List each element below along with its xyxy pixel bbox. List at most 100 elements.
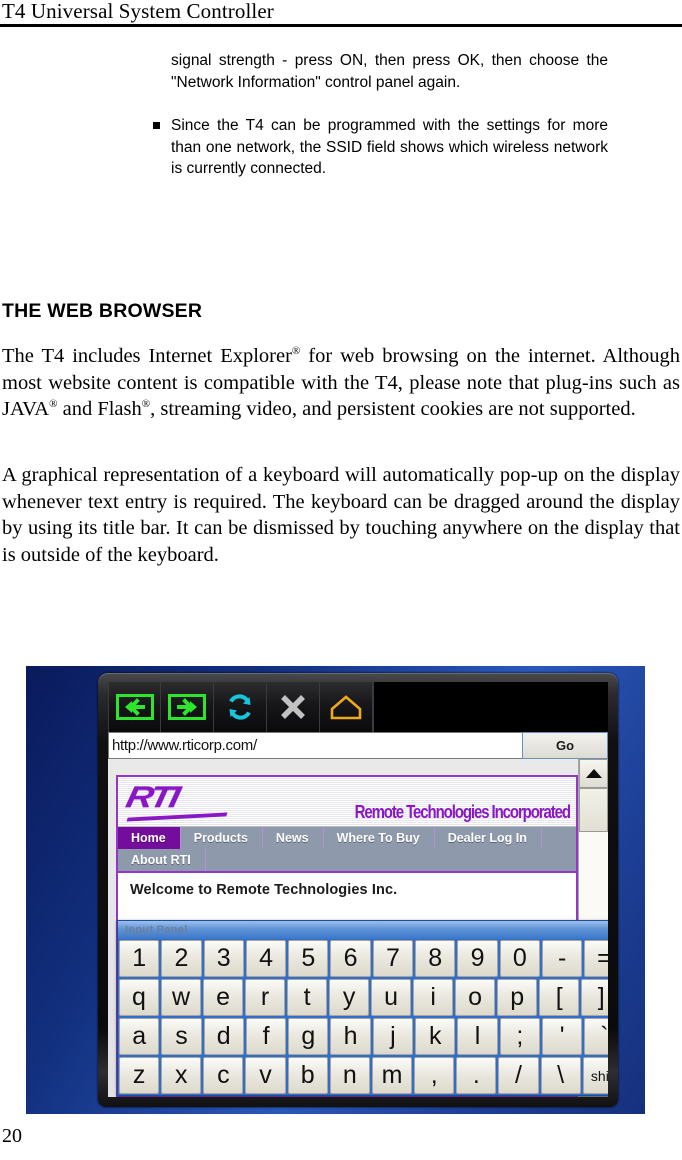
- site-tagline: Remote Technologies Incorporated: [354, 801, 572, 823]
- note-item-ssid: Since the T4 can be programmed with the …: [143, 115, 608, 180]
- registered-mark-flash: ®: [141, 398, 151, 411]
- nav-item-about-rti[interactable]: About RTI: [118, 849, 206, 871]
- key-backtick[interactable]: `: [584, 1018, 608, 1055]
- key-comma[interactable]: ,: [414, 1057, 455, 1094]
- paragraph-1-part-d: , streaming video, and persistent cookie…: [150, 398, 636, 420]
- key-equals[interactable]: =: [584, 940, 608, 977]
- scroll-up-button[interactable]: [579, 759, 608, 788]
- key-x[interactable]: x: [161, 1057, 202, 1094]
- key-y[interactable]: y: [329, 979, 370, 1016]
- site-header: RTI Remote Technologies Incorporated: [118, 777, 576, 827]
- key-s[interactable]: s: [161, 1018, 202, 1055]
- refresh-button[interactable]: [214, 682, 267, 732]
- key-t[interactable]: t: [287, 979, 328, 1016]
- key-e[interactable]: e: [203, 979, 244, 1016]
- key-c[interactable]: c: [203, 1057, 244, 1094]
- key-v[interactable]: v: [245, 1057, 286, 1094]
- body-paragraph-2: A graphical representation of a keyboard…: [2, 462, 680, 568]
- nav-row-primary: Home Products News Where To Buy Dealer L…: [118, 827, 576, 849]
- key-semicolon[interactable]: ;: [499, 1018, 540, 1055]
- key-o[interactable]: o: [455, 979, 496, 1016]
- key-6[interactable]: 6: [330, 940, 371, 977]
- key-r[interactable]: r: [245, 979, 286, 1016]
- go-button[interactable]: Go: [522, 732, 608, 759]
- key-h[interactable]: h: [330, 1018, 371, 1055]
- key-4[interactable]: 4: [245, 940, 287, 977]
- key-m[interactable]: m: [371, 1057, 413, 1094]
- nav-item-home[interactable]: Home: [118, 827, 181, 849]
- page-title: THE WEB BROWSER: [2, 300, 203, 322]
- key-0[interactable]: 0: [499, 940, 540, 977]
- back-icon: [115, 694, 154, 720]
- paragraph-browser-intro: The T4 includes Internet Explorer® for w…: [2, 343, 680, 423]
- keyboard-row-numbers: 1 2 3 4 5 6 7 8 9 0 - = bksp: [119, 940, 608, 977]
- key-3[interactable]: 3: [203, 940, 244, 977]
- key-k[interactable]: k: [415, 1018, 456, 1055]
- note-item-ssid-text: Since the T4 can be programmed with the …: [171, 117, 608, 177]
- key-w[interactable]: w: [161, 979, 202, 1016]
- chevron-up-icon: [585, 769, 602, 778]
- welcome-heading: Welcome to Remote Technologies Inc.: [130, 882, 398, 898]
- rti-logo[interactable]: RTI: [123, 781, 180, 815]
- input-panel-keyboard[interactable]: Input Panel 1 2 3 4 5 6 7 8 9 0 - = q w …: [117, 920, 608, 1096]
- key-g[interactable]: g: [288, 1018, 329, 1055]
- key-d[interactable]: d: [203, 1018, 244, 1055]
- device-bezel: http://www.rticorp.com/ Go RTI Remote Te…: [98, 673, 618, 1107]
- running-head-title: T4 Universal System Controller: [2, 0, 274, 23]
- key-b[interactable]: b: [287, 1057, 328, 1094]
- nav-item-products[interactable]: Products: [181, 827, 263, 849]
- key-2[interactable]: 2: [161, 940, 202, 977]
- key-1[interactable]: 1: [119, 940, 160, 977]
- toolbar-empty-area: [373, 682, 608, 732]
- key-8[interactable]: 8: [415, 940, 456, 977]
- key-z[interactable]: z: [119, 1057, 160, 1094]
- input-panel-title-bar[interactable]: Input Panel: [118, 921, 608, 939]
- paragraph-keyboard-popup: A graphical representation of a keyboard…: [2, 464, 680, 566]
- key-f[interactable]: f: [245, 1018, 287, 1055]
- key-minus[interactable]: -: [541, 940, 583, 977]
- address-bar-row: http://www.rticorp.com/ Go: [108, 732, 608, 759]
- forward-icon: [168, 694, 206, 720]
- key-bracket-left[interactable]: [: [539, 979, 580, 1016]
- refresh-icon: [229, 694, 251, 720]
- stop-button[interactable]: [267, 682, 320, 732]
- figure-t4-web-browser-screenshot: http://www.rticorp.com/ Go RTI Remote Te…: [26, 666, 645, 1114]
- keyboard-row-home: a s d f g h j k l ; ' ` enter: [119, 1018, 608, 1055]
- notes-list: signal strength - press ON, then press O…: [143, 50, 608, 180]
- key-period[interactable]: .: [456, 1057, 497, 1094]
- key-apostrophe[interactable]: ': [541, 1018, 583, 1055]
- nav-item-where-to-buy[interactable]: Where To Buy: [324, 827, 435, 849]
- home-icon: [330, 695, 362, 720]
- key-a[interactable]: a: [119, 1018, 160, 1055]
- key-7[interactable]: 7: [372, 940, 414, 977]
- key-q[interactable]: q: [119, 979, 160, 1016]
- key-i[interactable]: i: [413, 979, 454, 1016]
- key-j[interactable]: j: [372, 1018, 414, 1055]
- url-input[interactable]: http://www.rticorp.com/: [108, 732, 522, 759]
- keyboard-rows: 1 2 3 4 5 6 7 8 9 0 - = b k s p: [118, 939, 608, 1095]
- key-shift[interactable]: shift: [582, 1057, 608, 1094]
- note-continued: signal strength - press ON, then press O…: [143, 50, 608, 93]
- keyboard-row-qwerty: q w e r t y u i o p [ ]: [119, 979, 608, 1016]
- home-button[interactable]: [320, 682, 373, 732]
- note-continued-text: signal strength - press ON, then press O…: [171, 52, 608, 91]
- paragraph-1-part-c: and Flash: [57, 398, 142, 420]
- nav-row-secondary: About RTI: [118, 849, 576, 871]
- key-9[interactable]: 9: [457, 940, 498, 977]
- key-u[interactable]: u: [371, 979, 412, 1016]
- nav-item-news[interactable]: News: [263, 827, 324, 849]
- key-n[interactable]: n: [329, 1057, 370, 1094]
- nav-row-primary-filler: [542, 827, 576, 849]
- scrollbar-thumb[interactable]: [579, 788, 608, 832]
- key-slash[interactable]: /: [498, 1057, 539, 1094]
- key-5[interactable]: 5: [288, 940, 329, 977]
- key-l[interactable]: l: [457, 1018, 498, 1055]
- key-p[interactable]: p: [497, 979, 538, 1016]
- key-bracket-right[interactable]: ]: [581, 979, 608, 1016]
- nav-item-dealer-log-in[interactable]: Dealer Log In: [435, 827, 542, 849]
- nav-row-secondary-filler: [206, 849, 576, 871]
- back-button[interactable]: [108, 682, 161, 732]
- key-backslash[interactable]: \: [540, 1057, 581, 1094]
- forward-button[interactable]: [161, 682, 214, 732]
- site-body: Welcome to Remote Technologies Inc.: [118, 873, 576, 898]
